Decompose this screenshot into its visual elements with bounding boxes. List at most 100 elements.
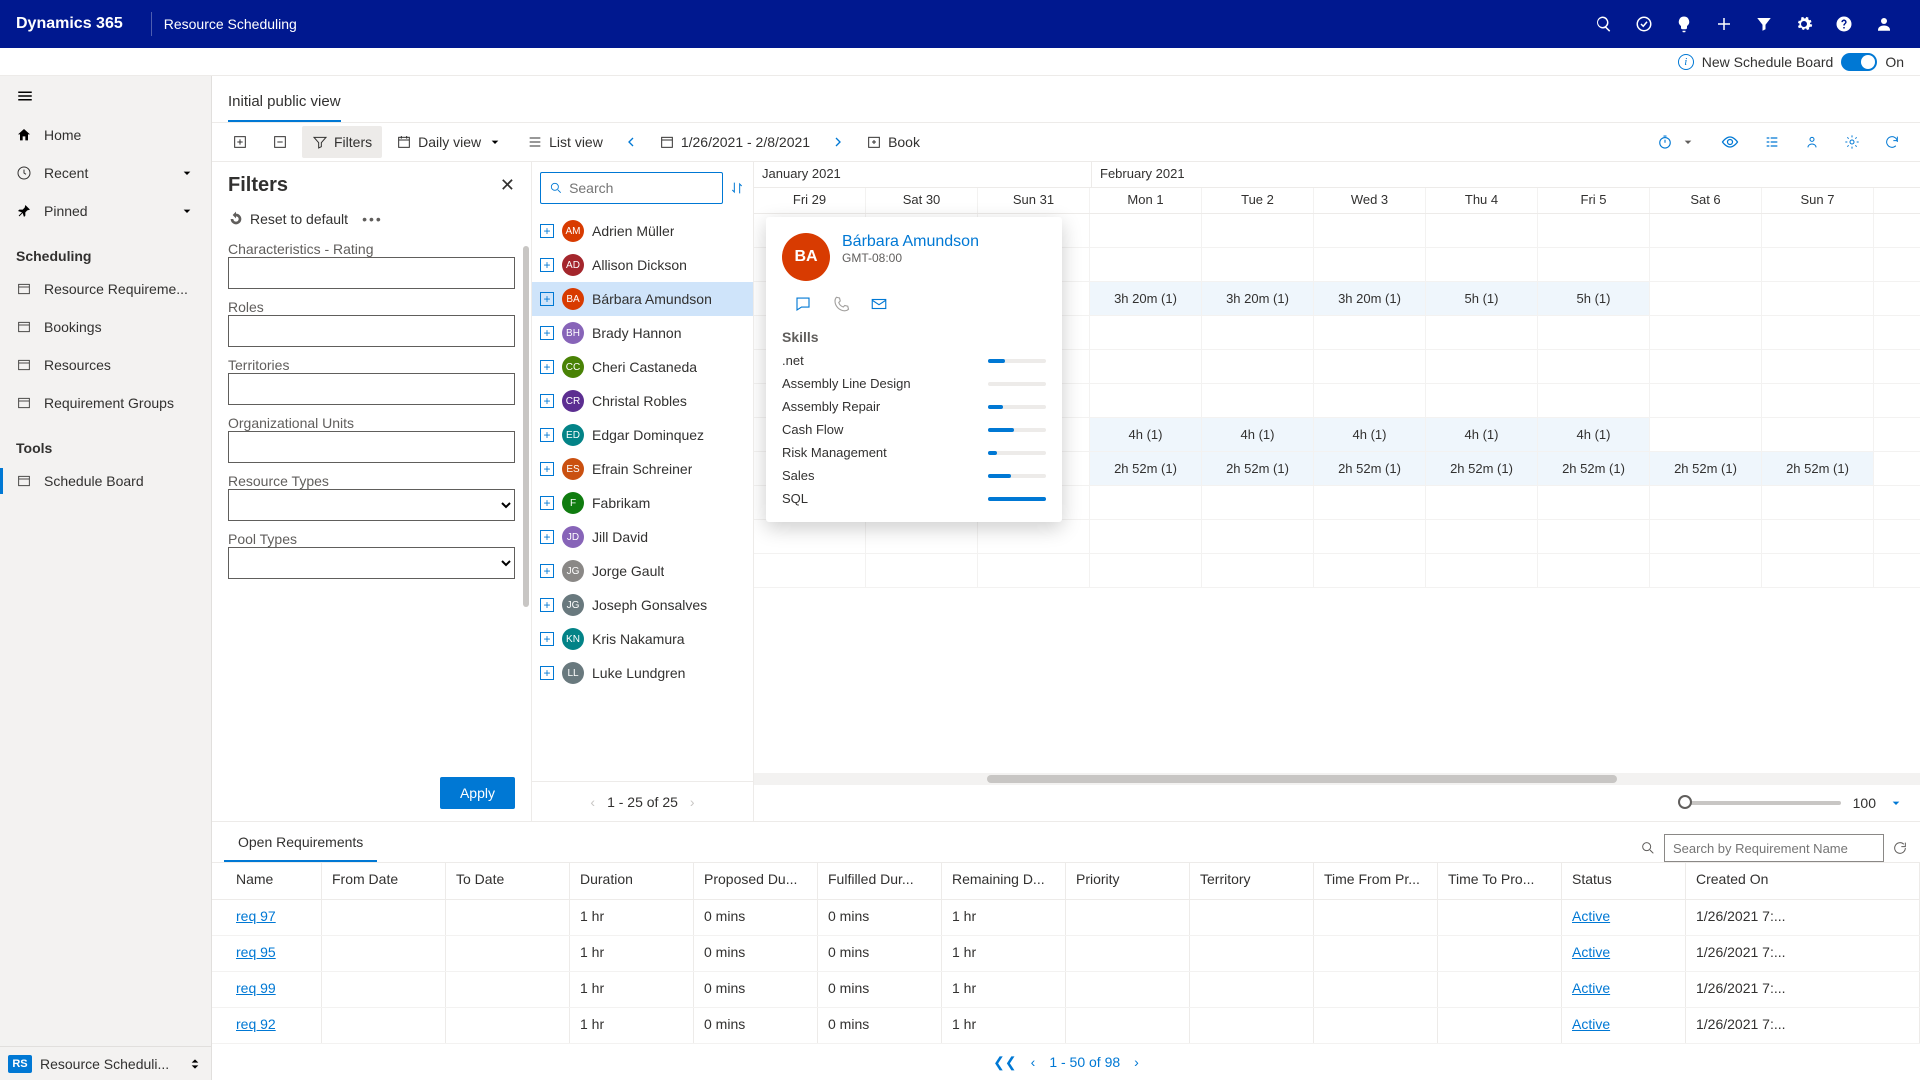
filter-input[interactable] [228,257,515,289]
schedule-cell[interactable]: 4h (1) [1426,418,1538,451]
req-link[interactable]: req 95 [236,944,276,960]
resource-row[interactable]: +JGJorge Gault [532,554,753,588]
tab-initial-public-view[interactable]: Initial public view [228,93,341,122]
resource-row[interactable]: +ESEfrain Schreiner [532,452,753,486]
nav-item[interactable]: Resource Requireme... [0,270,211,308]
column-header[interactable]: Territory [1190,863,1314,899]
date-range-picker[interactable]: 1/26/2021 - 2/8/2021 [649,126,820,158]
timer-icon[interactable] [1646,126,1706,158]
column-header[interactable]: Priority [1066,863,1190,899]
expand-icon[interactable]: + [540,598,554,612]
column-header[interactable]: Status [1562,863,1686,899]
nav-item[interactable]: Bookings [0,308,211,346]
nav-item[interactable]: Resources [0,346,211,384]
schedule-cell[interactable]: 3h 20m (1) [1202,282,1314,315]
help-icon[interactable] [1824,0,1864,48]
search-input[interactable] [569,180,714,196]
schedule-cell[interactable]: 4h (1) [1090,418,1202,451]
resource-row[interactable]: +JGJoseph Gonsalves [532,588,753,622]
schedule-cell[interactable]: 2h 52m (1) [1314,452,1426,485]
resource-row[interactable]: +BHBrady Hannon [532,316,753,350]
column-header[interactable]: Proposed Du... [694,863,818,899]
table-row[interactable]: req 991 hr0 mins0 mins1 hrActive1/26/202… [212,972,1920,1008]
table-row[interactable]: req 971 hr0 mins0 mins1 hrActive1/26/202… [212,900,1920,936]
filter-input[interactable] [228,431,515,463]
nav-item[interactable]: Requirement Groups [0,384,211,422]
schedule-cell[interactable]: 4h (1) [1202,418,1314,451]
lightbulb-icon[interactable] [1664,0,1704,48]
user-icon[interactable] [1864,0,1904,48]
schedule-cell[interactable]: 2h 52m (1) [1202,452,1314,485]
schedule-cell[interactable]: 2h 52m (1) [1538,452,1650,485]
schedule-cell[interactable]: 2h 52m (1) [1650,452,1762,485]
target-icon[interactable] [1624,0,1664,48]
resource-row[interactable]: +KNKris Nakamura [532,622,753,656]
new-board-toggle[interactable] [1841,53,1877,71]
expand-icon[interactable]: + [540,326,554,340]
filters-button[interactable]: Filters [302,126,382,158]
refresh-icon[interactable] [1874,126,1910,158]
table-row[interactable]: req 921 hr0 mins0 mins1 hrActive1/26/202… [212,1008,1920,1044]
phone-icon[interactable] [832,295,850,313]
person-filter-icon[interactable] [1794,126,1830,158]
resource-row[interactable]: +JDJill David [532,520,753,554]
funnel-icon[interactable] [1744,0,1784,48]
column-header[interactable]: Duration [570,863,694,899]
resource-row[interactable]: +ADAllison Dickson [532,248,753,282]
resource-row[interactable]: +FFabrikam [532,486,753,520]
resource-row[interactable]: +LLLuke Lundgren [532,656,753,690]
nav-bottom-area-picker[interactable]: RS Resource Scheduli... [0,1046,211,1080]
table-row[interactable]: req 951 hr0 mins0 mins1 hrActive1/26/202… [212,936,1920,972]
schedule-cell[interactable]: 3h 20m (1) [1314,282,1426,315]
column-header[interactable]: Remaining D... [942,863,1066,899]
column-header[interactable]: Time To Pro... [1438,863,1562,899]
req-link[interactable]: req 92 [236,1016,276,1032]
next-range-button[interactable] [824,128,852,156]
schedule-cell[interactable]: 2h 52m (1) [1762,452,1874,485]
column-header[interactable]: Fulfilled Dur... [818,863,942,899]
mail-icon[interactable] [870,295,888,313]
req-search[interactable] [1664,834,1884,862]
expand-icon[interactable]: + [540,462,554,476]
expand-icon[interactable]: + [540,666,554,680]
status-link[interactable]: Active [1572,944,1610,960]
expand-icon[interactable]: + [540,530,554,544]
expand-icon[interactable]: + [540,632,554,646]
search-icon[interactable] [1640,840,1656,856]
expand-icon[interactable]: + [540,428,554,442]
column-header[interactable]: To Date [446,863,570,899]
expand-icon[interactable]: + [540,496,554,510]
resource-row[interactable]: +CRChristal Robles [532,384,753,418]
expand-icon[interactable]: + [540,292,554,306]
schedule-cell[interactable]: 4h (1) [1538,418,1650,451]
schedule-cell[interactable]: 5h (1) [1426,282,1538,315]
status-link[interactable]: Active [1572,980,1610,996]
prev-page-icon[interactable]: ‹ [590,794,595,810]
chat-icon[interactable] [794,295,812,313]
nav-home[interactable]: Home [0,116,211,154]
prev-page-icon[interactable]: ‹ [1031,1054,1036,1070]
board-settings-icon[interactable] [1834,126,1870,158]
next-page-icon[interactable]: › [690,794,695,810]
column-header[interactable]: Time From Pr... [1314,863,1438,899]
column-header[interactable]: Created On [1686,863,1920,899]
more-options-icon[interactable]: ••• [362,211,383,227]
chevron-down-icon[interactable] [1888,795,1904,811]
schedule-cell[interactable]: 5h (1) [1538,282,1650,315]
collapse-all-button[interactable] [262,126,298,158]
reset-button[interactable]: Reset to default [228,211,348,227]
eye-icon[interactable] [1710,126,1750,158]
expand-icon[interactable]: + [540,224,554,238]
expand-all-button[interactable] [222,126,258,158]
status-link[interactable]: Active [1572,1016,1610,1032]
filter-select[interactable] [228,547,515,579]
daily-view-button[interactable]: Daily view [386,126,513,158]
sort-icon[interactable] [729,180,745,196]
legend-icon[interactable] [1754,126,1790,158]
resource-row[interactable]: +AMAdrien Müller [532,214,753,248]
filters-scrollbar[interactable] [523,246,529,761]
resource-row[interactable]: +CCCheri Castaneda [532,350,753,384]
schedule-cell[interactable]: 4h (1) [1314,418,1426,451]
schedule-cell[interactable]: 3h 20m (1) [1090,282,1202,315]
list-view-button[interactable]: List view [517,126,613,158]
